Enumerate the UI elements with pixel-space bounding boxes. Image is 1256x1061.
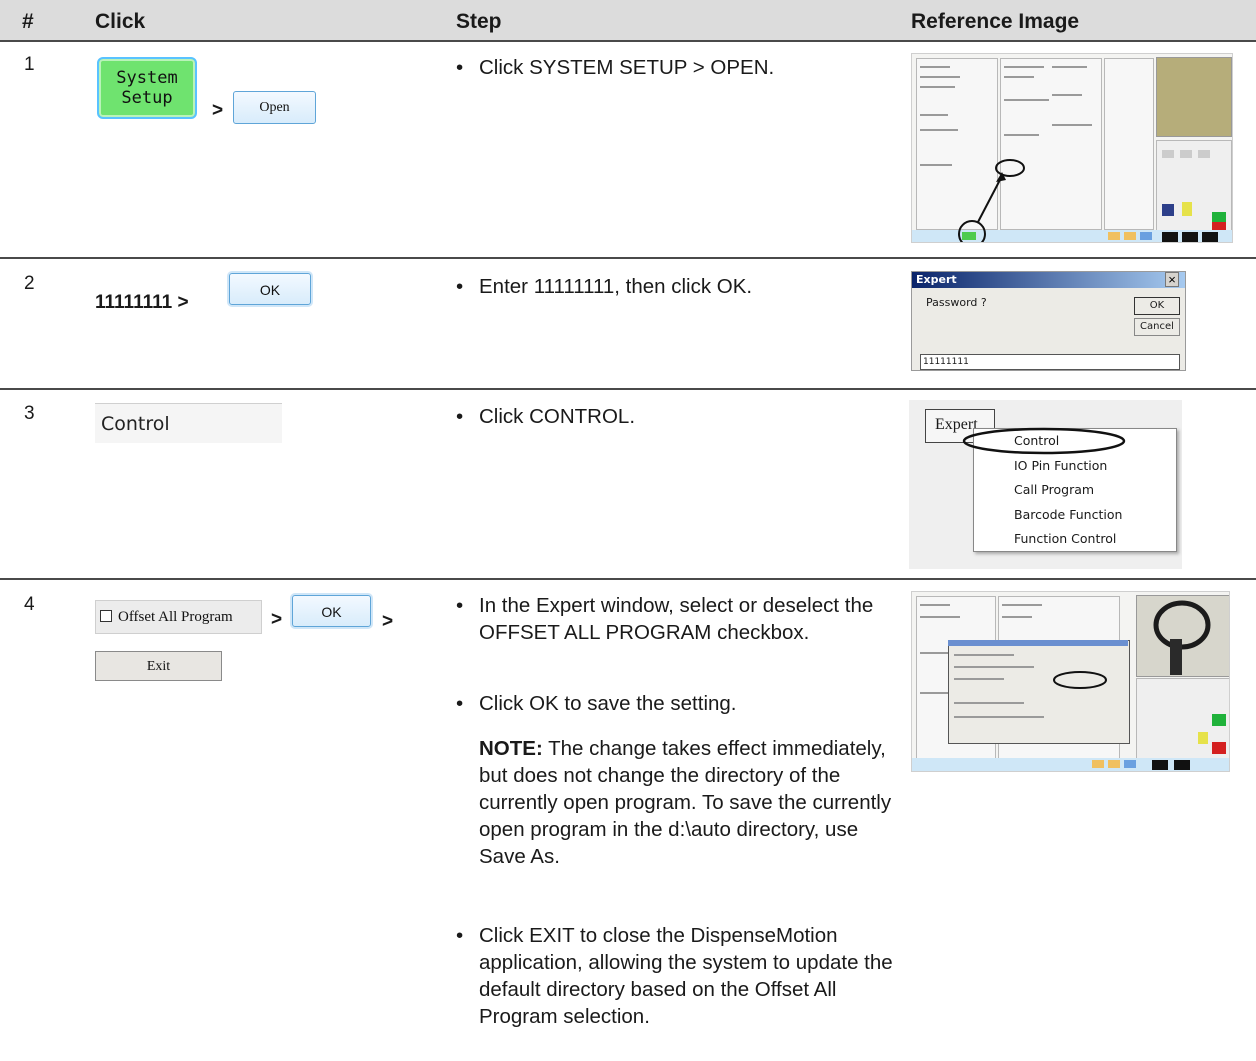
checkbox-label: Offset All Program xyxy=(118,609,233,625)
close-icon[interactable]: × xyxy=(1165,272,1179,287)
reference-screenshot-system-setup xyxy=(911,53,1233,243)
open-button[interactable]: Open xyxy=(233,91,316,124)
exit-button[interactable]: Exit xyxy=(95,651,222,681)
expert-menu-screenshot: Expert Control IO Pin Function Call Prog… xyxy=(909,400,1182,569)
step-text: • Enter 11111111, then click OK. xyxy=(456,275,753,298)
highlight-ellipse-icon xyxy=(962,427,1126,455)
control-menu-item[interactable]: Control xyxy=(95,403,282,443)
offset-all-program-checkbox[interactable]: Offset All Program xyxy=(95,600,262,634)
ok-button[interactable]: OK xyxy=(229,273,311,305)
table-header: # Click Step Reference Image xyxy=(0,0,1256,42)
step-text: • Click SYSTEM SETUP > OPEN. xyxy=(456,56,775,79)
reference-screenshot-offset-setting xyxy=(911,591,1230,772)
step-text: • Click CONTROL. xyxy=(456,405,636,428)
system-setup-label: System Setup xyxy=(116,68,178,108)
highlight-ellipse-icon xyxy=(1053,671,1107,689)
separator: > xyxy=(212,100,224,121)
header-step: Step xyxy=(456,10,502,33)
header-click: Click xyxy=(95,10,146,33)
row-number: 4 xyxy=(24,594,35,615)
header-reference-image: Reference Image xyxy=(911,10,1080,33)
row-divider xyxy=(0,388,1256,390)
row-number: 2 xyxy=(24,273,35,294)
ok-button[interactable]: OK xyxy=(292,595,371,627)
checkbox-box-icon xyxy=(100,610,112,622)
step-text: • Click OK to save the setting. xyxy=(456,692,737,715)
password-entry: 11111111 > xyxy=(95,292,189,313)
expert-password-dialog: Expert × Password ? OK Cancel 11111111 xyxy=(911,271,1186,371)
dialog-cancel-button[interactable]: Cancel xyxy=(1134,318,1180,336)
row-number: 3 xyxy=(24,403,35,424)
system-setup-button[interactable]: System Setup xyxy=(97,57,197,119)
callout-arrow-icon xyxy=(958,159,1025,242)
dialog-prompt: Password ? xyxy=(926,296,987,309)
separator: > xyxy=(271,609,283,630)
dialog-ok-button[interactable]: OK xyxy=(1134,297,1180,315)
note-text: NOTE: The change takes effect immediatel… xyxy=(479,735,899,870)
row-divider xyxy=(0,578,1256,580)
header-num: # xyxy=(22,10,34,33)
row-divider xyxy=(0,257,1256,259)
password-field[interactable]: 11111111 xyxy=(920,354,1180,370)
step-text: • Click EXIT to close the DispenseMotion… xyxy=(456,924,893,1028)
dialog-title: Expert xyxy=(916,273,957,286)
separator: > xyxy=(382,611,394,632)
row-number: 1 xyxy=(24,54,35,75)
bullet: • xyxy=(456,56,464,79)
step-text: • In the Expert window, select or desele… xyxy=(456,594,874,644)
note-label: NOTE: xyxy=(479,737,543,760)
